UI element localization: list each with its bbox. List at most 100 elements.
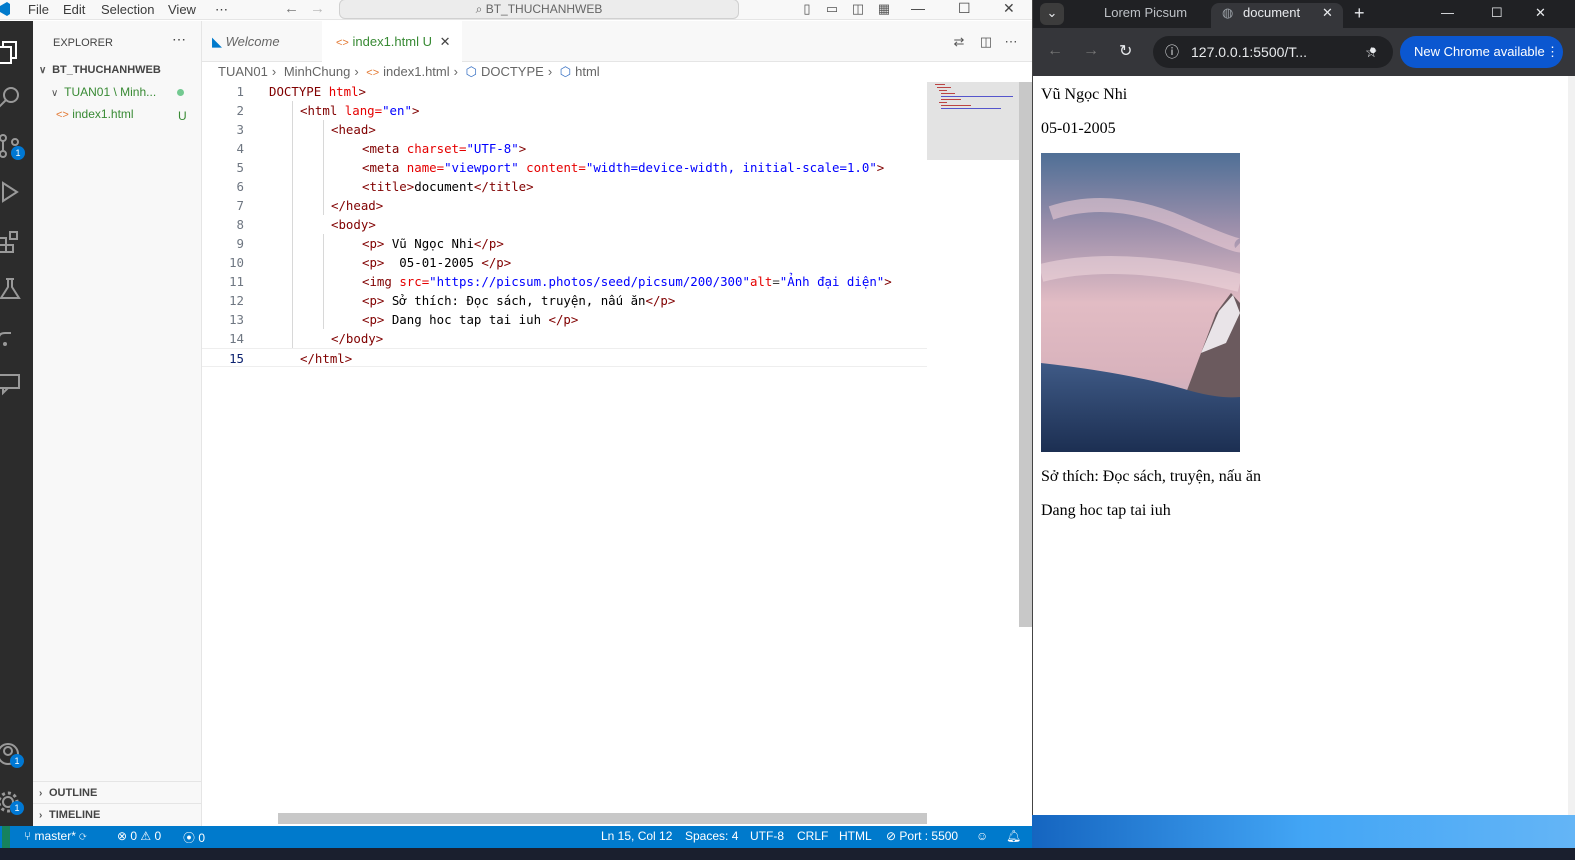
code-line[interactable]: 14 </body> <box>202 329 927 348</box>
folder-tuan01[interactable]: ∨ TUAN01 \ Minh... <box>51 85 156 99</box>
minimap[interactable] <box>927 82 1019 160</box>
sync-icon: ⟳ <box>79 829 87 843</box>
ports-status[interactable]: ⦿ 0 <box>183 829 205 846</box>
status-bar: ⑂ master* ⟳ ⊗ 0 ⚠ 0 ⦿ 0 Ln 15, Col 12 Sp… <box>0 826 1032 848</box>
outline-label: OUTLINE <box>49 787 98 799</box>
code-editor[interactable]: 1 DOCTYPE html> 2 <html lang="en"> 3 <head> 4 <… <box>202 82 1032 812</box>
timeline-section[interactable]: › TIMELINE <box>33 803 202 825</box>
search-icon[interactable] <box>0 85 23 111</box>
code-line[interactable]: 8 <body> <box>202 215 927 234</box>
command-center-search[interactable]: ⌕ BT_THUCHANHWEB <box>339 0 739 19</box>
breadcrumb-item[interactable]: index1.html <box>383 64 449 79</box>
page-scrollbar[interactable] <box>1568 76 1575 815</box>
title-bar: File Edit Selection View ⋯ ← → ⌕ BT_THUC… <box>0 0 1032 20</box>
code-line[interactable]: 4 <meta charset="UTF-8"> <box>202 139 927 158</box>
breadcrumb-item[interactable]: html <box>575 64 600 79</box>
minimize-icon[interactable]: — <box>911 0 925 16</box>
cursor-position[interactable]: Ln 15, Col 12 <box>601 829 672 843</box>
run-debug-icon[interactable] <box>0 179 23 205</box>
menu-view[interactable]: View <box>168 2 196 17</box>
breadcrumb-item[interactable]: DOCTYPE <box>481 64 544 79</box>
site-info-icon[interactable]: ⓘ <box>1165 36 1179 68</box>
indentation-status[interactable]: Spaces: 4 <box>685 829 738 843</box>
profile-icon[interactable]: ● <box>1369 42 1377 57</box>
line-number: 14 <box>229 331 244 346</box>
open-changes-icon[interactable]: ⇄ <box>952 35 966 49</box>
chat-icon[interactable] <box>0 370 23 396</box>
language-status[interactable]: HTML <box>839 829 872 843</box>
explorer-sidebar: EXPLORER ⋯ ∨ BT_THUCHANHWEB ∨ TUAN01 \ M… <box>33 21 202 826</box>
code-line[interactable]: 9 <p> Vũ Ngọc Nhi</p> <box>202 234 927 253</box>
chrome-tab-document[interactable]: ◍ document ✕ <box>1211 3 1343 28</box>
more-actions-icon[interactable]: ⋯ <box>172 31 186 48</box>
code-line[interactable]: 13 <p> Dang hoc tap tai iuh </p> <box>202 310 927 329</box>
notifications-icon[interactable]: 🔔︎ <box>1006 829 1021 843</box>
accounts-badge: 1 <box>10 754 24 768</box>
toggle-panel-icon[interactable]: ▭ <box>825 2 839 16</box>
encoding-status[interactable]: UTF-8 <box>750 829 784 843</box>
back-arrow-icon[interactable]: ← <box>1047 42 1063 60</box>
code-line[interactable]: 5 <meta name="viewport" content="width=de… <box>202 158 927 177</box>
file-index1[interactable]: <> index1.html <box>56 107 134 121</box>
close-tab-icon[interactable]: ✕ <box>440 34 451 49</box>
hobby-paragraph: Sở thích: Đọc sách, truyện, nấu ăn <box>1041 468 1261 485</box>
code-line[interactable]: 2 <html lang="en"> <box>202 101 927 120</box>
tab-welcome[interactable]: ◣ Welcome <box>202 21 322 62</box>
indent-guide <box>323 120 324 215</box>
tab-index1[interactable]: <> index1.html U ✕ <box>322 21 462 62</box>
reload-icon[interactable]: ↻ <box>1119 41 1132 61</box>
forward-arrow-icon[interactable]: → <box>310 0 325 17</box>
vertical-scrollbar[interactable] <box>1019 82 1032 627</box>
breadcrumb: TUAN01 › MinhChung › <> index1.html › ⬡ DOCTY… <box>218 64 604 80</box>
maximize-icon[interactable]: ☐ <box>1491 3 1503 28</box>
copilot-icon[interactable]: ☺ <box>976 829 988 843</box>
code-line[interactable]: 10 <p> 05-01-2005 </p> <box>202 253 927 272</box>
menu-more[interactable]: ⋯ <box>215 2 228 18</box>
code-line[interactable]: 3 <head> <box>202 120 927 139</box>
line-number: 7 <box>236 198 244 213</box>
code-line[interactable]: 1 DOCTYPE html> <box>202 82 927 101</box>
code-line[interactable]: 12 <p> Sở thích: Đọc sách, truyện, nấu ăn… <box>202 291 927 310</box>
code-line[interactable]: 6 <title>document</title> <box>202 177 927 196</box>
new-chrome-available-button[interactable]: New Chrome available ⋮ <box>1400 36 1563 68</box>
testing-icon[interactable] <box>0 276 23 302</box>
customize-layout-icon[interactable]: ▦ <box>877 2 891 16</box>
close-icon[interactable]: ✕ <box>1535 3 1546 28</box>
forward-arrow-icon[interactable]: → <box>1083 42 1099 60</box>
maximize-icon[interactable]: ☐ <box>958 0 971 17</box>
workspace-root[interactable]: ∨ BT_THUCHANHWEB <box>39 64 161 76</box>
minimize-icon[interactable]: — <box>1441 3 1454 28</box>
explorer-icon[interactable] <box>0 39 23 65</box>
eol-status[interactable]: CRLF <box>797 829 828 843</box>
back-arrow-icon[interactable]: ← <box>284 0 299 17</box>
code-line[interactable]: 7 </head> <box>202 196 927 215</box>
breadcrumb-item[interactable]: TUAN01 <box>218 64 268 79</box>
problems-status[interactable]: ⊗ 0 ⚠ 0 <box>117 829 161 843</box>
close-icon[interactable]: ✕ <box>1003 0 1015 17</box>
split-editor-icon[interactable]: ◫ <box>979 35 993 49</box>
live-server-status[interactable]: ⊘ Port : 5500 <box>886 829 958 843</box>
extensions-icon[interactable] <box>0 228 23 254</box>
tab-search-icon[interactable]: ⌄ <box>1040 3 1064 25</box>
outline-section[interactable]: › OUTLINE <box>33 781 202 803</box>
breadcrumb-item[interactable]: MinhChung <box>284 64 351 79</box>
address-bar[interactable]: ⓘ 127.0.0.1:5500/T... ☆ <box>1153 36 1393 68</box>
horizontal-scrollbar[interactable] <box>278 813 927 824</box>
menu-selection[interactable]: Selection <box>101 2 154 17</box>
code-line[interactable]: 11 <img src="https://picsum.photos/seed/p… <box>202 272 927 291</box>
remote-indicator[interactable] <box>2 826 10 848</box>
code-line[interactable]: 15 </html> <box>202 348 927 367</box>
remote-explorer-icon[interactable] <box>0 324 23 350</box>
branch-status[interactable]: ⑂ master* ⟳ <box>24 829 86 843</box>
new-tab-icon[interactable]: + <box>1354 3 1365 28</box>
close-tab-icon[interactable]: ✕ <box>1322 3 1333 23</box>
menu-file[interactable]: File <box>28 2 49 17</box>
toggle-sidebar-icon[interactable]: ▯ <box>800 2 814 16</box>
more-menu-icon[interactable]: ⋮ <box>1546 36 1559 68</box>
menu-edit[interactable]: Edit <box>63 2 85 17</box>
toggle-secondary-sidebar-icon[interactable]: ◫ <box>851 2 865 16</box>
globe-icon: ◍ <box>1222 5 1234 20</box>
tab-title: document <box>1243 5 1301 20</box>
more-actions-icon[interactable]: ⋯ <box>1004 35 1018 49</box>
code-text: <img src="https://picsum.photos/seed/pic… <box>362 274 892 289</box>
